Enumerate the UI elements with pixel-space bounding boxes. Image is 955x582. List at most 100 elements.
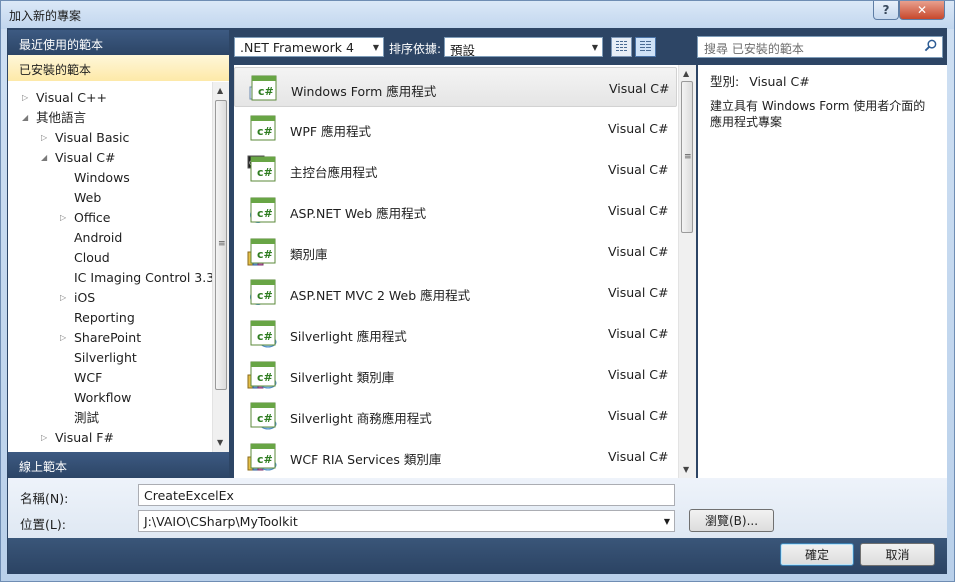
tree-item[interactable]: WCF bbox=[8, 368, 212, 388]
tree-item[interactable]: Windows bbox=[8, 168, 212, 188]
location-value: J:\VAIO\CSharp\MyToolkit bbox=[144, 514, 298, 529]
template-name: ASP.NET MVC 2 Web 應用程式 bbox=[290, 288, 471, 303]
classlib-icon: c# bbox=[246, 236, 278, 268]
close-button[interactable]: ✕ bbox=[899, 1, 945, 20]
ok-button[interactable]: 確定 bbox=[780, 543, 854, 566]
framework-select[interactable]: .NET Framework 4 ▼ bbox=[234, 37, 384, 57]
tree-item[interactable]: Android bbox=[8, 228, 212, 248]
svg-text:c#: c# bbox=[257, 412, 273, 425]
template-name: WCF RIA Services 類別庫 bbox=[290, 452, 442, 467]
template-list-scrollbar[interactable]: ▲ ≡ ▼ bbox=[678, 65, 696, 478]
template-row[interactable]: C:\c# 主控台應用程式 Visual C# bbox=[234, 149, 677, 189]
chevron-down-icon: ▼ bbox=[372, 43, 379, 52]
template-row[interactable]: c# WCF RIA Services 類別庫 Visual C# bbox=[234, 436, 677, 476]
wpf-icon: c# bbox=[246, 113, 278, 145]
tree-item[interactable]: ▷ Visual F# bbox=[8, 428, 212, 448]
svg-text:c#: c# bbox=[257, 453, 273, 466]
template-language: Visual C# bbox=[608, 162, 669, 177]
tree-item-label: Silverlight bbox=[74, 350, 137, 365]
wcf-ria-icon: c# bbox=[246, 441, 278, 473]
tree-item[interactable]: ▷ iOS bbox=[8, 288, 212, 308]
grip-icon: ≡ bbox=[684, 152, 692, 162]
scroll-down-icon[interactable]: ▼ bbox=[683, 465, 689, 474]
template-row[interactable]: c# ASP.NET MVC 2 Web 應用程式 Visual C# bbox=[234, 272, 677, 312]
tree-item-label: Android bbox=[74, 230, 123, 245]
search-input[interactable]: 搜尋 已安裝的範本 bbox=[697, 36, 943, 58]
template-row[interactable]: c# WPF 應用程式 Visual C# bbox=[234, 108, 677, 148]
expand-arrow-icon[interactable]: ▷ bbox=[60, 328, 70, 348]
mvc-icon: c# bbox=[246, 277, 278, 309]
search-icon[interactable] bbox=[924, 39, 937, 52]
tree-item[interactable]: Web bbox=[8, 188, 212, 208]
silverlight-lib-icon: c# bbox=[246, 359, 278, 391]
tree-item-label: Visual Basic bbox=[55, 130, 130, 145]
scroll-up-icon[interactable]: ▲ bbox=[683, 69, 689, 78]
template-list: c# Windows Form 應用程式 Visual C# c# WPF 應用程式 Vi… bbox=[234, 65, 696, 478]
tree-item[interactable]: Silverlight bbox=[8, 348, 212, 368]
location-field[interactable]: J:\VAIO\CSharp\MyToolkit ▼ bbox=[138, 510, 675, 532]
template-row[interactable]: c# ASP.NET Web 應用程式 Visual C# bbox=[234, 190, 677, 230]
category-scroll-thumb[interactable]: ≡ bbox=[215, 100, 227, 390]
aspnet-icon: c# bbox=[246, 195, 278, 227]
expand-arrow-icon[interactable]: ▷ bbox=[60, 288, 70, 308]
template-language: Visual C# bbox=[608, 326, 669, 341]
expand-arrow-icon[interactable]: ▷ bbox=[41, 428, 51, 448]
template-row[interactable]: c# Silverlight 應用程式 Visual C# bbox=[234, 313, 677, 353]
tree-item-label: SharePoint bbox=[74, 330, 142, 345]
section-recent-templates[interactable]: 最近使用的範本 bbox=[8, 30, 229, 55]
help-button[interactable]: ? bbox=[873, 1, 899, 20]
tree-item[interactable]: ▷ SharePoint bbox=[8, 328, 212, 348]
template-scroll-thumb[interactable]: ≡ bbox=[681, 81, 693, 233]
silverlight-icon: c# bbox=[246, 318, 278, 350]
tree-item-label: Visual F# bbox=[55, 430, 114, 445]
tree-item[interactable]: IC Imaging Control 3.3 bbox=[8, 268, 212, 288]
tree-item[interactable]: ◢ 其他語言 bbox=[8, 108, 212, 128]
template-name: 主控台應用程式 bbox=[290, 165, 378, 180]
medium-icons-view-button[interactable] bbox=[635, 37, 656, 57]
project-name-field[interactable]: CreateExcelEx bbox=[138, 484, 675, 506]
browse-button[interactable]: 瀏覽(B)... bbox=[689, 509, 774, 532]
section-online-templates[interactable]: 線上範本 bbox=[8, 452, 229, 478]
collapse-arrow-icon[interactable]: ◢ bbox=[22, 108, 32, 128]
scroll-up-icon[interactable]: ▲ bbox=[217, 86, 223, 95]
expand-arrow-icon[interactable]: ▷ bbox=[22, 88, 32, 108]
section-installed-templates[interactable]: 已安裝的範本 bbox=[8, 55, 229, 81]
tree-item[interactable]: Cloud bbox=[8, 248, 212, 268]
tree-item[interactable]: Reporting bbox=[8, 308, 212, 328]
template-language: Visual C# bbox=[609, 81, 670, 96]
tree-item[interactable]: 測試 bbox=[8, 408, 212, 428]
tree-item-label: WCF bbox=[74, 370, 103, 385]
template-row[interactable]: c# Windows Form 應用程式 Visual C# bbox=[234, 67, 677, 107]
cancel-button[interactable]: 取消 bbox=[860, 543, 935, 566]
template-row[interactable]: c# Silverlight 類別庫 Visual C# bbox=[234, 354, 677, 394]
framework-select-value: .NET Framework 4 bbox=[240, 40, 354, 55]
expand-arrow-icon[interactable]: ▷ bbox=[41, 128, 51, 148]
sort-select-value: 預設 bbox=[450, 43, 476, 58]
template-row[interactable]: c# Silverlight 商務應用程式 Visual C# bbox=[234, 395, 677, 435]
tree-item-label: Visual C++ bbox=[36, 90, 107, 105]
tree-item[interactable]: ◢ Visual C# bbox=[8, 148, 212, 168]
template-language: Visual C# bbox=[608, 367, 669, 382]
expand-arrow-icon[interactable]: ▷ bbox=[60, 208, 70, 228]
tree-item[interactable]: Workflow bbox=[8, 388, 212, 408]
chevron-down-icon[interactable]: ▼ bbox=[664, 517, 670, 526]
tree-item-label: Workflow bbox=[74, 390, 132, 405]
template-name: WPF 應用程式 bbox=[290, 124, 372, 139]
template-language: Visual C# bbox=[608, 121, 669, 136]
category-scrollbar[interactable]: ▲ ≡ ▼ bbox=[212, 82, 229, 452]
sort-select[interactable]: 預設 ▼ bbox=[444, 37, 603, 58]
scroll-down-icon[interactable]: ▼ bbox=[217, 438, 223, 447]
silverlight-business-icon: c# bbox=[246, 400, 278, 432]
tree-item[interactable]: ▷ Visual Basic bbox=[8, 128, 212, 148]
tree-item-label: Reporting bbox=[74, 310, 135, 325]
sort-label: 排序依據: bbox=[389, 42, 442, 56]
description-text: 建立具有 Windows Form 使用者介面的應用程式專案 bbox=[710, 99, 926, 129]
window-title: 加入新的專案 bbox=[9, 9, 82, 23]
template-row[interactable]: c# 類別庫 Visual C# bbox=[234, 231, 677, 271]
collapse-arrow-icon[interactable]: ◢ bbox=[41, 148, 51, 168]
template-language: Visual C# bbox=[608, 285, 669, 300]
tree-item[interactable]: ▷ Office bbox=[8, 208, 212, 228]
svg-text:c#: c# bbox=[257, 330, 273, 343]
small-icons-view-button[interactable] bbox=[611, 37, 632, 57]
tree-item[interactable]: ▷ Visual C++ bbox=[8, 88, 212, 108]
